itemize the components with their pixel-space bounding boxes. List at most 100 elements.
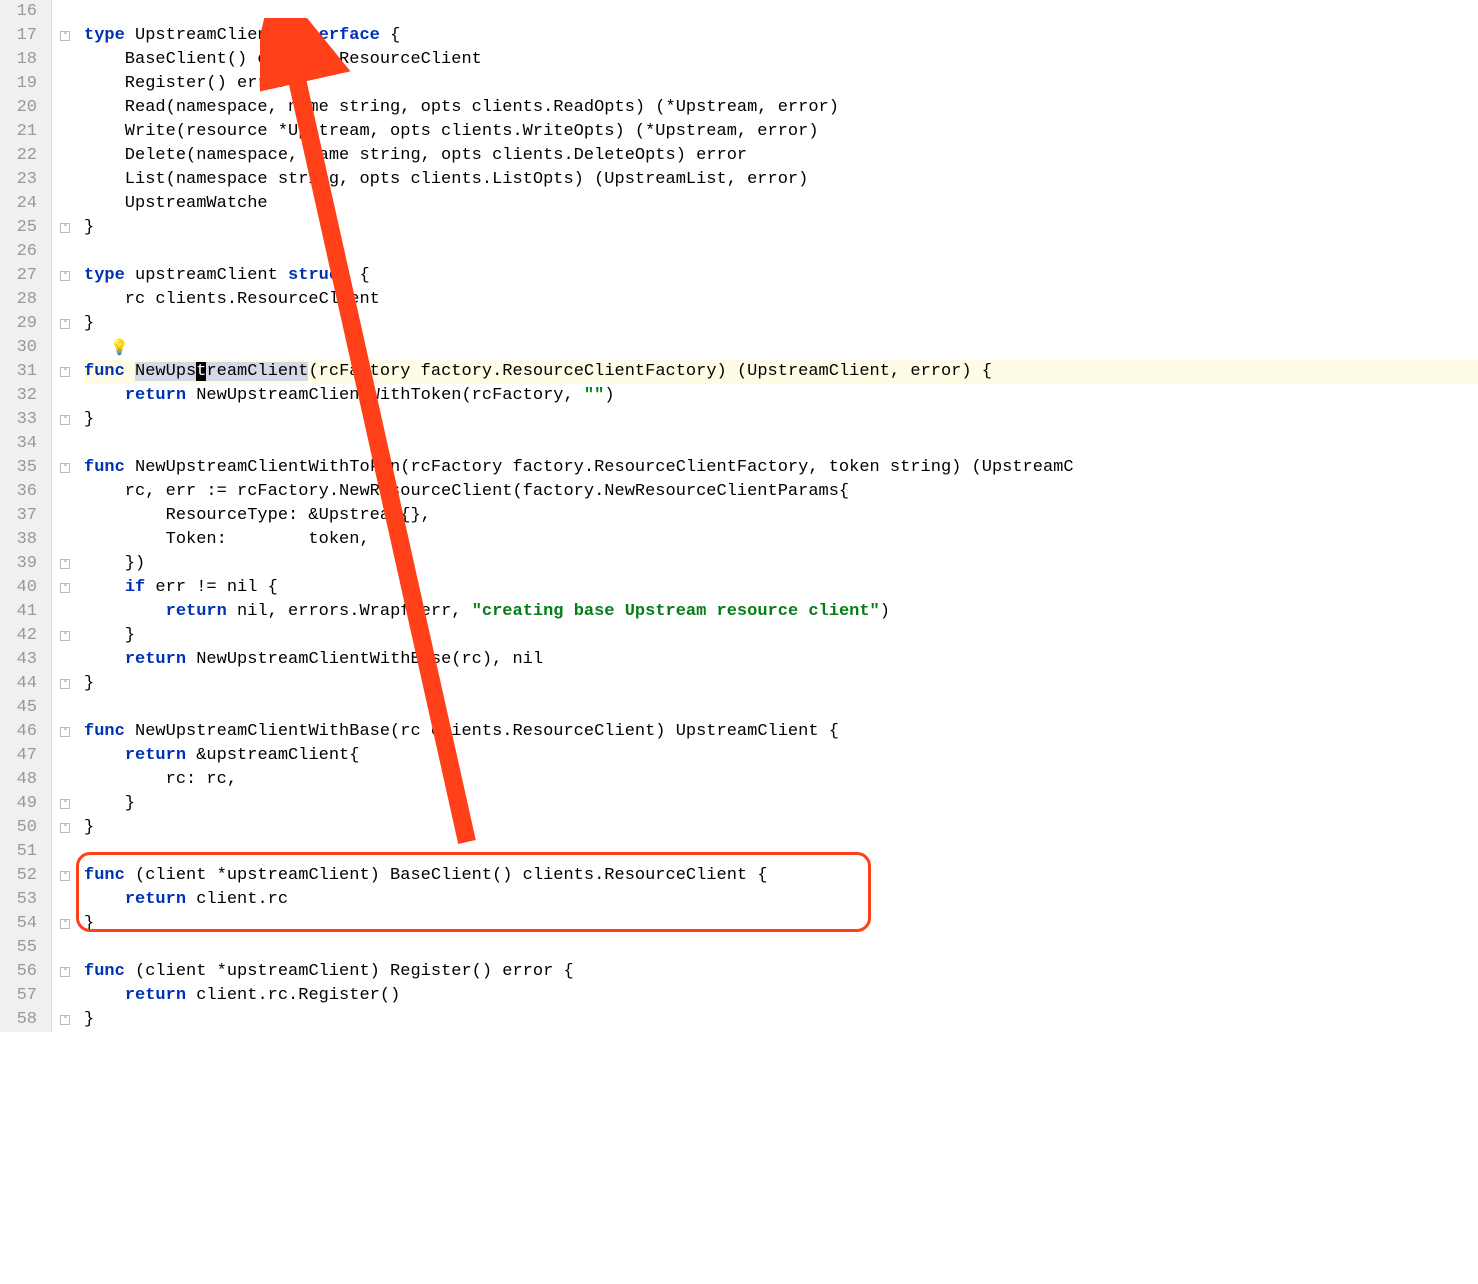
line-number: 52	[0, 864, 37, 888]
line-number: 29	[0, 312, 37, 336]
code-line[interactable]: List(namespace string, opts clients.List…	[84, 168, 1478, 192]
code-line[interactable]: }	[84, 312, 1478, 336]
fold-toggle-icon[interactable]	[60, 223, 70, 233]
code-line[interactable]	[84, 696, 1478, 720]
code-token-plain: NewUpstreamClientWithBase(rc clients.Res…	[125, 722, 839, 741]
code-line[interactable]: return NewUpstreamClientWithBase(rc), ni…	[84, 648, 1478, 672]
line-number: 51	[0, 840, 37, 864]
fold-toggle-icon[interactable]	[60, 727, 70, 737]
code-line[interactable]	[84, 240, 1478, 264]
code-token-kw: return	[125, 746, 186, 765]
fold-slot	[52, 768, 80, 792]
line-number: 40	[0, 576, 37, 600]
code-line[interactable]: Write(resource *Upstream, opts clients.W…	[84, 120, 1478, 144]
code-line[interactable]: rc, err := rcFactory.NewResourceClient(f…	[84, 480, 1478, 504]
fold-toggle-icon[interactable]	[60, 271, 70, 281]
code-token-plain: UpstreamClient	[125, 26, 288, 45]
code-token-plain: )	[880, 602, 890, 621]
code-line[interactable]: func NewUpstreamClient(rcFactory factory…	[84, 360, 1478, 384]
code-token-plain: client.rc	[186, 890, 288, 909]
code-line[interactable]: }	[84, 1008, 1478, 1032]
code-line[interactable]: return client.rc.Register()	[84, 984, 1478, 1008]
line-number: 23	[0, 168, 37, 192]
fold-toggle-icon[interactable]	[60, 415, 70, 425]
fold-slot	[52, 624, 80, 648]
fold-toggle-icon[interactable]	[60, 583, 70, 593]
code-line[interactable]: return &upstreamClient{	[84, 744, 1478, 768]
code-line[interactable]: type UpstreamClient interface {	[84, 24, 1478, 48]
code-line[interactable]: rc clients.ResourceClient	[84, 288, 1478, 312]
fold-toggle-icon[interactable]	[60, 463, 70, 473]
code-line[interactable]: type upstreamClient struct {	[84, 264, 1478, 288]
fold-toggle-icon[interactable]	[60, 871, 70, 881]
line-number: 22	[0, 144, 37, 168]
code-line[interactable]: UpstreamWatche	[84, 192, 1478, 216]
fold-toggle-icon[interactable]	[60, 319, 70, 329]
code-line[interactable]: Token: token,	[84, 528, 1478, 552]
code-token-kw: return	[125, 890, 186, 909]
fold-slot	[52, 144, 80, 168]
code-line[interactable]: func NewUpstreamClientWithBase(rc client…	[84, 720, 1478, 744]
code-line[interactable]: }	[84, 624, 1478, 648]
line-number: 48	[0, 768, 37, 792]
code-line[interactable]: ResourceType: &Upstream{},	[84, 504, 1478, 528]
code-token-kw: func	[84, 458, 125, 477]
fold-slot	[52, 264, 80, 288]
fold-toggle-icon[interactable]	[60, 799, 70, 809]
code-line[interactable]: BaseClient() clients.ResourceClient	[84, 48, 1478, 72]
fold-toggle-icon[interactable]	[60, 1015, 70, 1025]
code-token-plain: }	[84, 410, 94, 429]
code-token-cursor-box: t	[196, 362, 206, 381]
fold-toggle-icon[interactable]	[60, 679, 70, 689]
code-line[interactable]: func NewUpstreamClientWithToken(rcFactor…	[84, 456, 1478, 480]
code-line[interactable]: func (client *upstreamClient) BaseClient…	[84, 864, 1478, 888]
line-number: 49	[0, 792, 37, 816]
code-line[interactable]: }	[84, 912, 1478, 936]
code-editor[interactable]: type UpstreamClient interface { BaseClie…	[80, 0, 1478, 1032]
code-line[interactable]: }	[84, 816, 1478, 840]
line-number: 19	[0, 72, 37, 96]
code-line[interactable]	[84, 432, 1478, 456]
code-line[interactable]: }	[84, 672, 1478, 696]
code-token-plain: List(namespace string, opts clients.List…	[84, 170, 808, 189]
code-line[interactable]: Delete(namespace, name string, opts clie…	[84, 144, 1478, 168]
code-line[interactable]: })	[84, 552, 1478, 576]
fold-toggle-icon[interactable]	[60, 367, 70, 377]
fold-toggle-icon[interactable]	[60, 967, 70, 977]
code-line[interactable]: }	[84, 216, 1478, 240]
code-token-plain: ResourceType: &Upstream{},	[84, 506, 431, 525]
fold-toggle-icon[interactable]	[60, 559, 70, 569]
line-number: 38	[0, 528, 37, 552]
code-line[interactable]	[84, 840, 1478, 864]
code-line[interactable]: if err != nil {	[84, 576, 1478, 600]
fold-toggle-icon[interactable]	[60, 823, 70, 833]
fold-toggle-icon[interactable]	[60, 631, 70, 641]
code-token-plain: NewUpstreamClientWithBase(rc), nil	[186, 650, 543, 669]
code-token-plain	[84, 890, 125, 909]
code-line[interactable]	[84, 336, 1478, 360]
line-number: 53	[0, 888, 37, 912]
line-number: 45	[0, 696, 37, 720]
code-line[interactable]: Register() error	[84, 72, 1478, 96]
fold-slot	[52, 984, 80, 1008]
fold-toggle-icon[interactable]	[60, 31, 70, 41]
code-line[interactable]: return nil, errors.Wrapf(err, "creating …	[84, 600, 1478, 624]
code-line[interactable]: Read(namespace, name string, opts client…	[84, 96, 1478, 120]
code-line[interactable]: return client.rc	[84, 888, 1478, 912]
fold-slot	[52, 960, 80, 984]
intention-bulb-icon[interactable]: 💡	[110, 338, 128, 356]
code-line[interactable]: }	[84, 408, 1478, 432]
code-line[interactable]: return NewUpstreamClientWithToken(rcFact…	[84, 384, 1478, 408]
code-line[interactable]: }	[84, 792, 1478, 816]
code-line[interactable]	[84, 936, 1478, 960]
code-token-plain	[84, 386, 125, 405]
fold-slot	[52, 528, 80, 552]
fold-toggle-icon[interactable]	[60, 919, 70, 929]
code-line[interactable]: rc: rc,	[84, 768, 1478, 792]
code-token-plain: (client *upstreamClient) Register() erro…	[125, 962, 574, 981]
line-number: 41	[0, 600, 37, 624]
code-line[interactable]: func (client *upstreamClient) Register()…	[84, 960, 1478, 984]
code-token-plain: &upstreamClient{	[186, 746, 359, 765]
code-token-plain: upstreamClient	[125, 266, 288, 285]
code-line[interactable]	[84, 0, 1478, 24]
